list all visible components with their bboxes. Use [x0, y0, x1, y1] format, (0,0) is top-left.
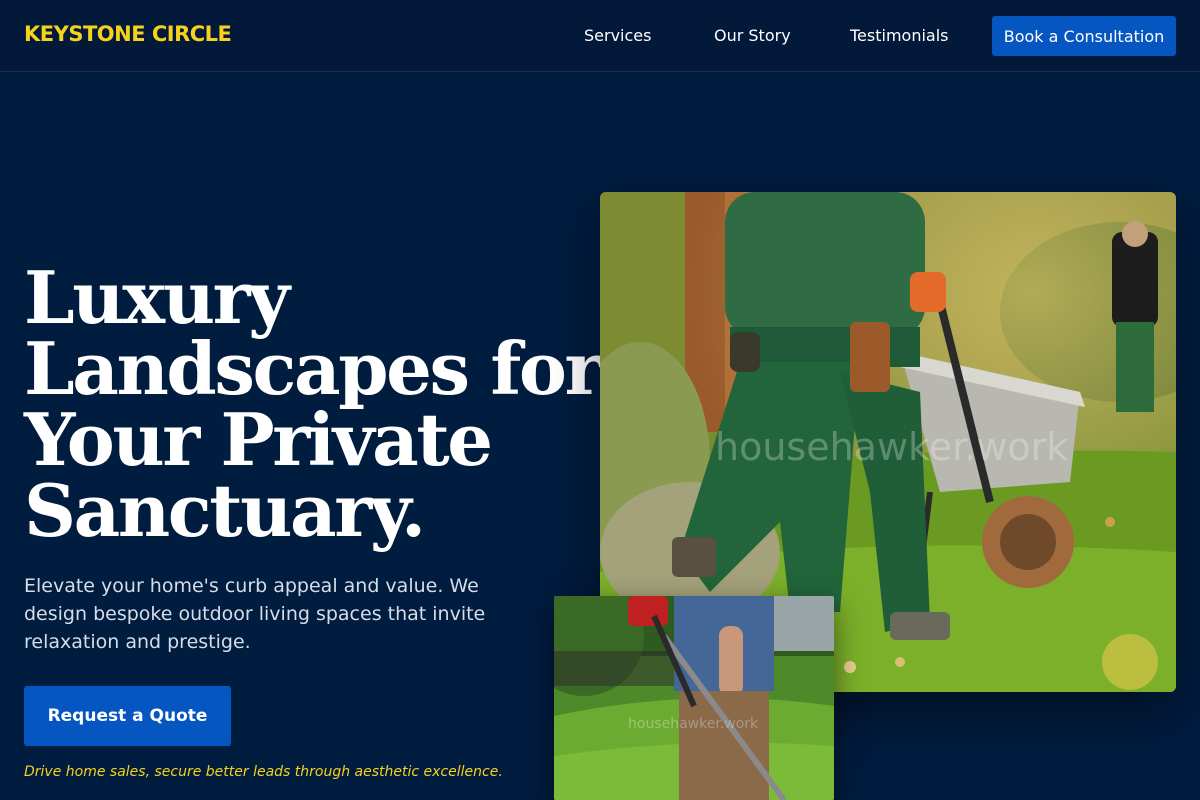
hero-tagline: Drive home sales, secure better leads th… — [24, 764, 503, 780]
hero-title-line: Your Private — [24, 397, 493, 482]
image-watermark: househawker.work — [715, 425, 1068, 469]
request-quote-button[interactable]: Request a Quote — [24, 686, 231, 746]
trimmer-worker-photo: househawker.work — [554, 596, 834, 800]
site-header: KEYSTONE CIRCLE Services Our Story Testi… — [0, 0, 1200, 72]
hero-title-line: Sanctuary. — [24, 468, 426, 553]
book-consultation-button[interactable]: Book a Consultation — [992, 16, 1176, 56]
image-watermark: househawker.work — [628, 716, 759, 732]
brand-logo[interactable]: KEYSTONE CIRCLE — [24, 22, 232, 46]
hero-inset-image: househawker.work — [554, 596, 834, 800]
nav-link-our-story[interactable]: Our Story — [714, 26, 791, 45]
hero-description: Elevate your home's curb appeal and valu… — [24, 575, 486, 653]
hero-title-line: Luxury — [24, 255, 290, 340]
nav-link-services[interactable]: Services — [584, 26, 651, 45]
hero-title: Luxury Landscapes for Your Private Sanct… — [24, 255, 602, 553]
hero-title-line: Landscapes for — [24, 326, 602, 411]
nav-link-testimonials[interactable]: Testimonials — [850, 26, 949, 45]
